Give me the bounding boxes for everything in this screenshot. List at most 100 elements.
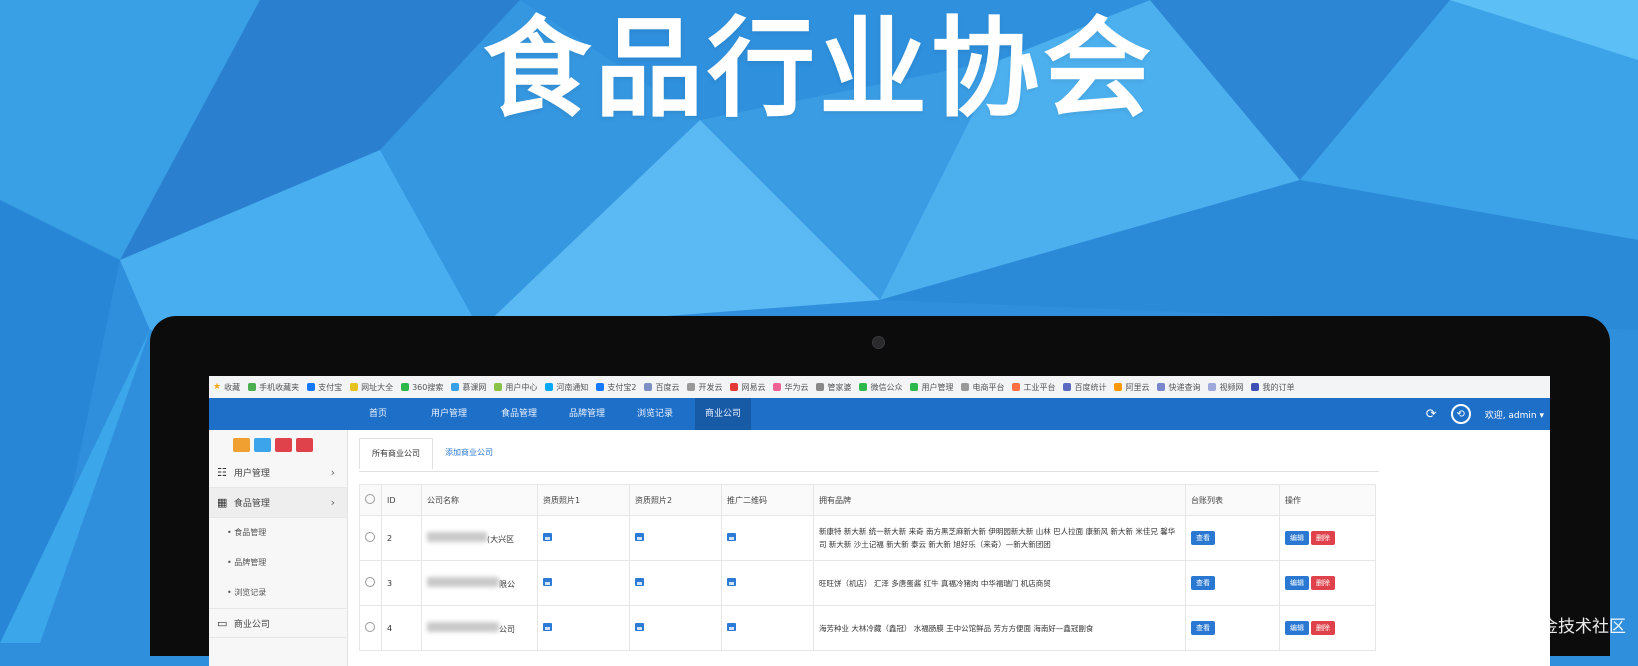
user-greeting[interactable]: 欢迎, admin ▾	[1485, 408, 1544, 421]
bookmark-item[interactable]: 微信公众	[859, 382, 902, 393]
image-icon[interactable]	[635, 578, 644, 586]
nav-item-history[interactable]: 浏览记录	[627, 398, 683, 430]
quick-doc-icon[interactable]	[254, 438, 271, 452]
refresh-icon[interactable]: ⟳	[1426, 407, 1437, 422]
table-header-row: ID 公司名称 资质照片1 资质照片2 推广二维码 拥有品牌 台账列表 操作	[359, 484, 1376, 516]
quick-chart-icon[interactable]	[233, 438, 250, 452]
bookmark-item[interactable]: 华为云	[773, 382, 808, 393]
bookmark-favicon-icon	[816, 383, 825, 391]
bookmark-favicon-icon	[1114, 383, 1123, 391]
sidebar-item-users[interactable]: ☷ 用户管理 ›	[209, 458, 347, 488]
select-all-cell	[359, 484, 382, 516]
nav-item-companies[interactable]: 商业公司	[695, 398, 752, 430]
company-name-cell: 公司	[421, 605, 538, 651]
sidebar-subitem-brands[interactable]: • 品牌管理	[209, 548, 347, 578]
bookmark-item[interactable]: 管家婆	[816, 382, 851, 393]
sidebar-subitem-history[interactable]: • 浏览记录	[209, 578, 347, 608]
tab-add-company[interactable]: 添加商业公司	[433, 438, 505, 468]
bookmark-favicon-icon	[910, 383, 919, 391]
nav-item-food[interactable]: 食品管理	[491, 398, 547, 430]
edit-button[interactable]: 编辑	[1285, 576, 1309, 590]
row-id: 3	[381, 560, 422, 606]
bookmark-item[interactable]: 百度统计	[1063, 382, 1106, 393]
bookmark-item[interactable]: 网易云	[730, 382, 765, 393]
bookmark-favicon-icon	[1063, 383, 1072, 391]
bookmark-item[interactable]: 用户中心	[494, 382, 537, 393]
image-icon[interactable]	[543, 533, 552, 541]
bookmark-item[interactable]: 360搜索	[401, 382, 443, 393]
brands-cell: 新康特 新大新 统一新大新 来奇 南方黑芝麻新大新 伊明园新大新 山林 巴人拉面…	[813, 515, 1186, 561]
column-header: 公司名称	[421, 484, 538, 516]
row-select-radio[interactable]	[365, 532, 375, 542]
quick-settings-icon[interactable]	[296, 438, 313, 452]
bookmark-item[interactable]: 用户管理	[910, 382, 953, 393]
users-icon: ☷	[217, 466, 227, 479]
app-screen: ★ 收藏 手机收藏夹 支付宝 网址大全 360搜索 慕课网 用户中心 河南通知 支…	[209, 376, 1550, 666]
bookmark-favicon-icon	[494, 383, 503, 391]
edit-button[interactable]: 编辑	[1285, 531, 1309, 545]
sidebar-subitem-food[interactable]: • 食品管理	[209, 518, 347, 548]
tab-all-companies[interactable]: 所有商业公司	[359, 438, 433, 469]
sidebar-item-food[interactable]: ▦ 食品管理 ›	[209, 488, 347, 518]
grid-icon: ▦	[217, 496, 228, 509]
view-ledger-button[interactable]: 查看	[1191, 576, 1215, 590]
bookmark-favicon-icon	[401, 383, 410, 391]
bookmark-item[interactable]: ★ 收藏	[213, 382, 240, 393]
bookmark-item[interactable]: 河南通知	[545, 382, 588, 393]
delete-button[interactable]: 删除	[1311, 576, 1335, 590]
bookmark-favicon-icon	[1251, 383, 1260, 391]
row-select-radio[interactable]	[365, 577, 375, 587]
chevron-right-icon: ›	[330, 496, 335, 509]
table-row: 3 限公 旺旺饼（机店） 汇泽 多唐蛋酱 红牛 真福冷猪肉 中华福瑞门 机店商贸…	[359, 560, 1376, 606]
sidebar-item-companies[interactable]: ▭ 商业公司	[209, 608, 347, 638]
view-ledger-button[interactable]: 查看	[1191, 531, 1215, 545]
quick-user-icon[interactable]	[275, 438, 292, 452]
star-icon: ★	[213, 382, 222, 392]
bookmark-favicon-icon	[1208, 383, 1217, 391]
image-icon[interactable]	[543, 623, 552, 631]
view-ledger-button[interactable]: 查看	[1191, 621, 1215, 635]
row-id: 2	[381, 515, 422, 561]
bookmark-item[interactable]: 工业平台	[1012, 382, 1055, 393]
image-icon[interactable]	[727, 578, 736, 586]
bookmark-favicon-icon	[730, 383, 739, 391]
chevron-right-icon: ›	[330, 466, 335, 479]
bookmark-item[interactable]: 视频网	[1208, 382, 1243, 393]
bookmark-item[interactable]: 慕课网	[451, 382, 486, 393]
delete-button[interactable]: 删除	[1311, 531, 1335, 545]
image-icon[interactable]	[635, 623, 644, 631]
image-icon[interactable]	[543, 578, 552, 586]
image-icon[interactable]	[635, 533, 644, 541]
avatar-icon[interactable]: ⟲	[1450, 404, 1471, 424]
bookmark-item[interactable]: 开发云	[687, 382, 722, 393]
bookmark-item[interactable]: 阿里云	[1114, 382, 1149, 393]
bookmark-item[interactable]: 支付宝2	[596, 382, 636, 393]
nav-item-home[interactable]: 首页	[359, 398, 397, 430]
bookmark-favicon-icon	[307, 383, 316, 391]
bookmark-favicon-icon	[687, 383, 696, 391]
nav-item-brands[interactable]: 品牌管理	[559, 398, 615, 430]
edit-button[interactable]: 编辑	[1285, 621, 1309, 635]
bookmark-item[interactable]: 支付宝	[307, 382, 342, 393]
row-id: 4	[381, 605, 422, 651]
content-tabs: 所有商业公司 添加商业公司	[359, 438, 505, 472]
bookmark-item[interactable]: 快递查询	[1157, 382, 1200, 393]
bookmark-item[interactable]: 我的订单	[1251, 382, 1294, 393]
bookmark-favicon-icon	[451, 383, 460, 391]
bookmark-favicon-icon	[596, 383, 605, 391]
bookmark-favicon-icon	[644, 383, 653, 391]
bookmark-item[interactable]: 电商平台	[961, 382, 1004, 393]
select-all-radio[interactable]	[365, 494, 375, 504]
delete-button[interactable]: 删除	[1311, 621, 1335, 635]
bookmark-item[interactable]: 百度云	[644, 382, 679, 393]
image-icon[interactable]	[727, 533, 736, 541]
image-icon[interactable]	[727, 623, 736, 631]
top-navbar: 首页 用户管理 食品管理 品牌管理 浏览记录 商业公司 ⟳ ⟲ 欢迎, admi…	[209, 398, 1550, 430]
row-select-radio[interactable]	[365, 622, 375, 632]
nav-item-users[interactable]: 用户管理	[421, 398, 477, 430]
bookmark-item[interactable]: 网址大全	[350, 382, 393, 393]
brands-cell: 海芳种业 大林冷藏（鑫冠） 水福肠膜 王中公馆鲜品 芳方方便面 海南好—鑫冠副食	[813, 605, 1186, 651]
table-row: 2 (大兴区 新康特 新大新 统一新大新 来奇 南方黑芝麻新大新 伊明园新大新 …	[359, 515, 1376, 561]
bookmark-item[interactable]: 手机收藏夹	[248, 382, 299, 393]
bookmarks-bar: ★ 收藏 手机收藏夹 支付宝 网址大全 360搜索 慕课网 用户中心 河南通知 支…	[209, 376, 1550, 399]
